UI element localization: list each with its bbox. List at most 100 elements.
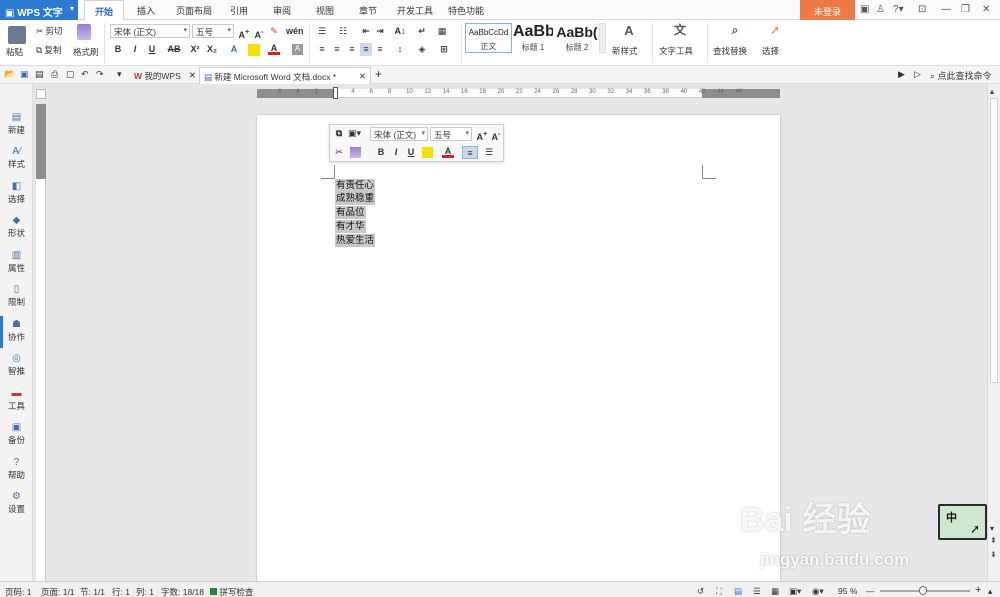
maximize-icon[interactable]: ❐ — [961, 4, 970, 15]
outline-view-icon[interactable]: ☰ — [753, 586, 761, 597]
list-icon[interactable]: ☰ — [483, 146, 495, 159]
login-button[interactable]: 未登录 — [800, 0, 855, 20]
select-button[interactable]: 选择 — [762, 45, 779, 57]
select-cursor-icon[interactable]: ➚ — [768, 24, 782, 37]
text-line[interactable]: 有责任心 — [335, 179, 376, 192]
zoom-in-icon[interactable]: + — [975, 584, 981, 596]
tab-view[interactable]: 视图 — [316, 4, 334, 17]
text-line[interactable]: 成熟稳重 — [335, 192, 376, 205]
mini-font-name-select[interactable]: 宋体 (正文) — [370, 127, 428, 141]
format-painter-icon[interactable] — [350, 147, 361, 158]
grow-font-icon[interactable]: A+ — [238, 25, 250, 40]
scroll-thumb[interactable] — [990, 98, 998, 383]
document-page[interactable]: 有责任心 成熟稳重 有品位 有才华 热爱生活 — [257, 115, 780, 585]
tab-home[interactable]: 开始 — [84, 0, 125, 21]
text-line[interactable]: 有才华 — [335, 220, 366, 233]
superscript-icon[interactable]: X² — [189, 43, 201, 56]
scroll-down-icon[interactable]: ▾ — [990, 524, 994, 533]
mini-font-size-select[interactable]: 五号 — [430, 127, 472, 141]
app-menu-button[interactable]: ▣ WPS 文字 ▾ — [0, 0, 78, 20]
zoom-level[interactable]: 95 % — [838, 586, 857, 596]
text-line[interactable]: 热爱生活 — [335, 234, 376, 247]
shrink-font-icon[interactable]: A- — [490, 127, 502, 142]
sidebar-item-restrict[interactable]: ▯ 限制 — [0, 284, 33, 308]
close-tab-icon[interactable]: ✕ — [189, 70, 196, 81]
open-folder-icon[interactable]: 📂 — [4, 69, 15, 80]
bold-icon[interactable]: B — [112, 43, 124, 56]
next-page-icon[interactable]: ⇟ — [990, 550, 997, 559]
spell-check-toggle[interactable]: 拼写检查 — [210, 586, 253, 597]
shrink-font-icon[interactable]: A- — [253, 25, 265, 40]
sidebar-item-smart[interactable]: ◎ 智推 — [0, 353, 33, 377]
format-painter-button[interactable]: 格式刷 — [73, 46, 99, 58]
style-normal[interactable]: AaBbCcDd 正文 — [465, 23, 512, 53]
restore-window-icon[interactable]: ⊡ — [918, 4, 926, 15]
new-tab-button[interactable]: + — [375, 67, 382, 81]
tab-insert[interactable]: 插入 — [137, 4, 155, 17]
zoom-slider-handle[interactable] — [919, 586, 927, 595]
copy-button[interactable]: ⧉ 复制 — [36, 44, 61, 56]
fullscreen-icon[interactable]: ⛶ — [716, 586, 722, 597]
prev-page-icon[interactable]: ⇞ — [990, 536, 997, 545]
save-icon[interactable]: ▣ — [20, 69, 29, 80]
font-name-select[interactable]: 宋体 (正文) — [110, 24, 190, 38]
zoom-out-icon[interactable]: — — [866, 586, 875, 596]
print-icon[interactable]: ⎙ — [51, 69, 58, 80]
undo-icon[interactable]: ↶ — [81, 69, 89, 80]
help-icon[interactable]: ?▾ — [893, 4, 904, 15]
sidebar-item-style[interactable]: A∕ 样式 — [0, 146, 33, 170]
align-right-icon[interactable]: ≡ — [346, 43, 358, 56]
styles-scroll[interactable] — [599, 23, 606, 53]
paste-button[interactable]: 粘贴 — [6, 46, 23, 58]
status-col[interactable]: 列: 1 — [136, 586, 154, 597]
align-left-icon[interactable]: ≡ — [316, 43, 328, 56]
font-size-select[interactable]: 五号 — [192, 24, 234, 38]
align-icon[interactable]: ≡ — [462, 146, 478, 159]
text-tools-button[interactable]: 文字工具 — [659, 45, 693, 57]
close-tab-icon[interactable]: ✕ — [359, 71, 366, 82]
sidebar-item-tools[interactable]: ▬ 工具 — [0, 388, 33, 412]
borders-icon[interactable]: ⊞ — [438, 43, 450, 56]
indent-marker[interactable] — [333, 87, 338, 99]
strikethrough-icon[interactable]: AB — [166, 43, 182, 56]
status-page-num[interactable]: 页码: 1 — [5, 586, 31, 597]
style-heading2[interactable]: AaBb( 标题 2 — [556, 23, 598, 53]
sidebar-item-settings[interactable]: ⚙ 设置 — [0, 491, 33, 515]
new-style-button[interactable]: 新样式 — [612, 45, 638, 57]
tab-references[interactable]: 引用 — [230, 4, 248, 17]
text-tools-icon[interactable]: 文 — [672, 24, 688, 37]
vertical-scrollbar[interactable]: ▴ ▾ ⇞ ⇟ — [987, 84, 1000, 581]
status-section[interactable]: 节: 1/1 — [80, 586, 105, 597]
reading-mode-icon[interactable]: ▣▾ — [789, 586, 801, 597]
history-icon[interactable]: ↺ — [697, 586, 704, 597]
status-pages[interactable]: 页面: 1/1 — [41, 586, 75, 597]
char-shading-icon[interactable]: A — [292, 44, 303, 55]
ruler-corner[interactable] — [36, 89, 46, 99]
tab-my-wps[interactable]: W 我的WPS ✕ — [130, 67, 199, 84]
scissors-icon[interactable]: ✂ — [333, 146, 345, 159]
align-center-icon[interactable]: ≡ — [331, 43, 343, 56]
skin-icon[interactable]: ▣ — [860, 4, 869, 15]
redo-icon[interactable]: ↷ — [96, 69, 104, 80]
tab-developer[interactable]: 开发工具 — [397, 4, 433, 17]
web-view-icon[interactable]: ▦ — [771, 586, 779, 597]
export-icon[interactable]: ▢ — [66, 69, 75, 80]
customize-chevron-icon[interactable]: ▾ — [117, 69, 122, 80]
paste-icon[interactable]: ▣▾ — [348, 127, 361, 140]
show-marks-icon[interactable]: ↵ — [416, 25, 428, 38]
increase-indent-icon[interactable]: ⇥ — [374, 25, 386, 38]
close-icon[interactable]: ✕ — [982, 4, 990, 15]
distribute-icon[interactable]: ≡ — [374, 43, 386, 56]
sidebar-item-backup[interactable]: ▣ 备份 — [0, 422, 33, 446]
decrease-indent-icon[interactable]: ⇤ — [360, 25, 372, 38]
text-effect-icon[interactable]: A — [228, 43, 240, 56]
shirt-icon[interactable]: ♙ — [876, 4, 885, 15]
sidebar-item-new[interactable]: ▤ 新建 — [0, 112, 33, 136]
copy-icon[interactable]: ⧉ — [333, 127, 345, 140]
comment-icon[interactable]: ▷ — [914, 69, 921, 80]
find-command-field[interactable]: ⌕ 点此查找命令 — [930, 69, 992, 82]
font-color-icon[interactable]: A — [268, 42, 280, 55]
ime-indicator[interactable]: 中 ➚ — [938, 504, 987, 540]
text-line[interactable]: 有品位 — [335, 206, 366, 219]
underline-icon[interactable]: U — [146, 43, 158, 56]
